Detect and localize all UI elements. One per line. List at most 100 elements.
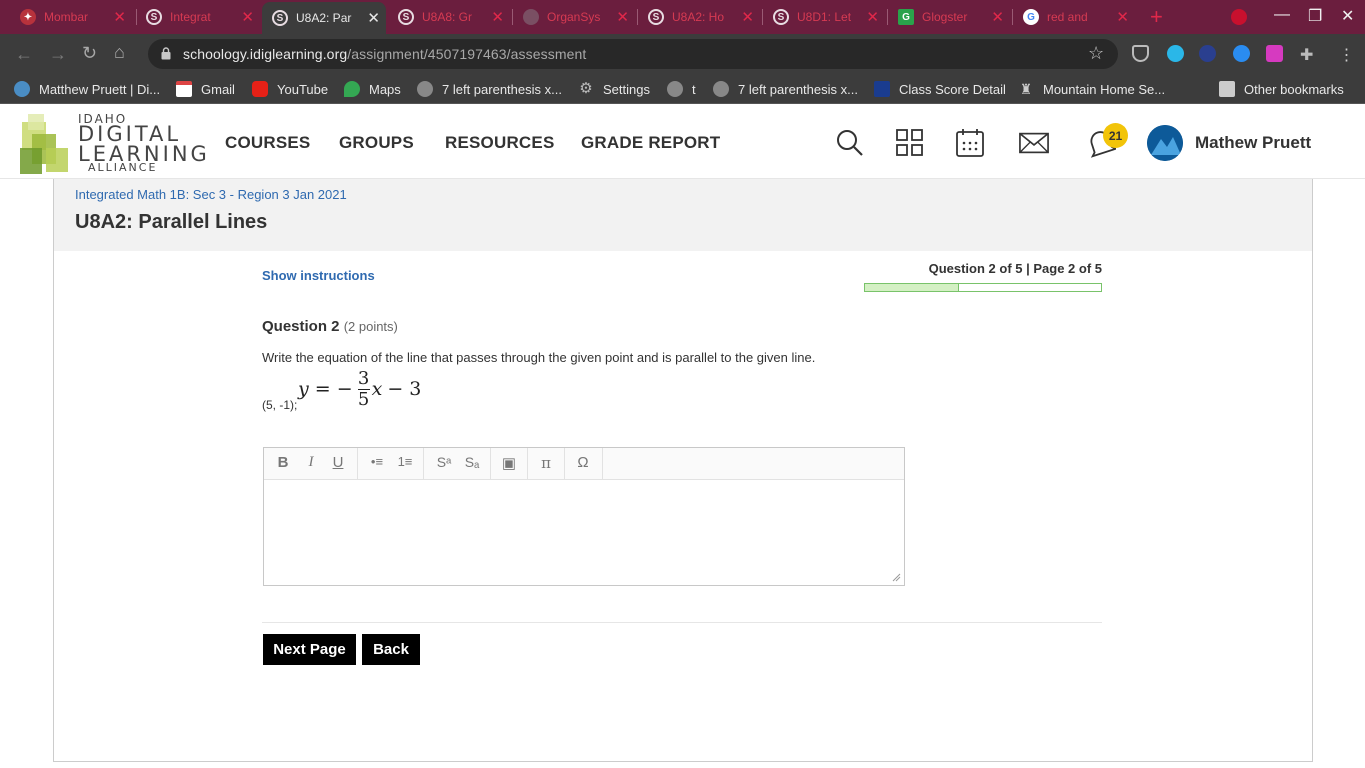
k-extension-icon[interactable] <box>1199 45 1216 62</box>
bookmark-item[interactable]: ⚙ Settings <box>578 81 650 97</box>
bookmark-label: Mountain Home Se... <box>1043 81 1166 97</box>
home-icon[interactable]: ⌂ <box>114 42 125 63</box>
tab-title: U8A8: Gr <box>422 10 473 24</box>
search-icon[interactable] <box>835 128 865 158</box>
nav-groups[interactable]: GROUPS <box>339 133 414 153</box>
browser-tab-8[interactable]: G Glogster ✕ <box>892 4 1010 30</box>
bookmark-item[interactable]: Maps <box>344 81 401 97</box>
next-page-button[interactable]: Next Page <box>263 634 356 665</box>
question-counter: Question 2 of 5 | Page 2 of 5 <box>928 261 1102 276</box>
tab-title: Integrat <box>170 10 211 24</box>
mail-envelope-icon[interactable] <box>1019 128 1049 158</box>
forward-arrow-icon[interactable]: → <box>49 44 67 65</box>
gmail-icon <box>176 81 192 97</box>
browser-tab-2[interactable]: S Integrat ✕ <box>140 4 260 30</box>
equation-fraction: 3 5 <box>357 368 370 410</box>
schoology-favicon-icon: S <box>648 9 664 25</box>
new-tab-button[interactable]: + <box>1150 4 1163 30</box>
resize-handle-icon[interactable] <box>892 573 901 582</box>
special-characters-button[interactable]: Ω <box>573 454 593 474</box>
back-arrow-icon[interactable]: ← <box>15 44 33 65</box>
nav-grade-report[interactable]: GRADE REPORT <box>581 133 720 153</box>
browser-tab-active[interactable]: S U8A2: Par ✕ <box>262 2 386 34</box>
bookmark-item[interactable]: ♜ Mountain Home Se... <box>1018 81 1165 97</box>
insert-equation-button[interactable]: π <box>536 454 556 474</box>
question-points: (2 points) <box>343 319 398 334</box>
avatar[interactable] <box>1147 125 1183 161</box>
calendar-icon[interactable] <box>955 128 985 158</box>
extension-link-icon[interactable] <box>1233 45 1250 62</box>
show-instructions-link[interactable]: Show instructions <box>262 268 375 283</box>
reload-icon[interactable]: ↻ <box>82 43 97 64</box>
close-window-icon[interactable]: ✕ <box>1341 6 1354 26</box>
restore-icon[interactable]: ❐ <box>1308 6 1322 26</box>
minimize-icon[interactable]: — <box>1274 6 1290 24</box>
browser-tab-9[interactable]: G red and ✕ <box>1017 4 1135 30</box>
italic-button[interactable]: I <box>302 454 320 474</box>
notification-count-badge[interactable]: 21 <box>1103 123 1128 148</box>
url-text[interactable]: schoology.idiglearning.org/assignment/45… <box>183 46 586 62</box>
breadcrumb[interactable]: Integrated Math 1B: Sec 3 - Region 3 Jan… <box>75 187 347 202</box>
google-favicon-icon: G <box>1023 9 1039 25</box>
close-tab-icon[interactable]: ✕ <box>866 8 879 26</box>
globe-icon <box>667 81 683 97</box>
close-tab-icon[interactable]: ✕ <box>1116 8 1129 26</box>
menu-kebab-icon[interactable]: ⋮ <box>1338 45 1355 64</box>
close-tab-icon[interactable]: ✕ <box>991 8 1004 26</box>
insert-image-button[interactable]: ▣ <box>499 454 519 474</box>
subscript-button[interactable]: Sₐ <box>462 454 482 474</box>
tab-title: Glogster <box>922 10 968 24</box>
tab-title: red and <box>1047 10 1088 24</box>
page-title: U8A2: Parallel Lines <box>75 211 268 233</box>
browser-tab-4[interactable]: S U8A8: Gr ✕ <box>392 4 510 30</box>
browser-tab-7[interactable]: S U8D1: Let ✕ <box>767 4 885 30</box>
bookmark-item[interactable]: Class Score Detail <box>874 81 1006 97</box>
shield-extension-icon[interactable] <box>1132 45 1149 62</box>
avatar-image-icon <box>1147 125 1183 161</box>
bookmark-item[interactable]: YouTube <box>252 81 328 97</box>
bookmark-item[interactable]: 7 left parenthesis x... <box>417 81 562 97</box>
fraction-denominator: 5 <box>357 388 370 410</box>
bold-button[interactable]: B <box>274 454 292 474</box>
user-name[interactable]: Mathew Pruett <box>1195 133 1311 153</box>
answer-editor[interactable]: B I U •≡ 1≡ Sᵃ Sₐ ▣ π Ω <box>263 447 905 586</box>
underline-button[interactable]: U <box>329 454 347 474</box>
lock-icon <box>161 47 171 60</box>
bookmark-item[interactable]: 7 left parenthesis x... <box>713 81 858 97</box>
nav-resources[interactable]: RESOURCES <box>445 133 555 153</box>
back-button[interactable]: Back <box>362 634 420 665</box>
url-host: schoology.idiglearning.org <box>183 46 348 62</box>
folder-icon <box>1219 81 1235 97</box>
youtube-icon <box>252 81 268 97</box>
close-tab-icon[interactable]: ✕ <box>616 8 629 26</box>
bookmark-item[interactable]: Other bookmarks <box>1219 81 1344 97</box>
question-heading: Question 2 (2 points) <box>262 318 398 335</box>
extension-blue-icon[interactable] <box>1167 45 1184 62</box>
equation-constant: − 3 <box>387 378 422 400</box>
bookmark-star-icon[interactable]: ☆ <box>1088 43 1104 64</box>
bookmark-label: t <box>692 81 696 97</box>
browser-tab-6[interactable]: S U8A2: Ho ✕ <box>642 4 760 30</box>
bulleted-list-button[interactable]: •≡ <box>367 454 387 474</box>
browser-tab-1[interactable]: ✦ Mombar ✕ <box>14 4 132 30</box>
tab-title: U8A2: Par <box>296 11 352 25</box>
close-tab-icon[interactable]: ✕ <box>741 8 754 26</box>
bookmark-item[interactable]: Matthew Pruett | Di... <box>14 81 160 97</box>
puzzle-extensions-icon[interactable]: ✚ <box>1300 45 1317 64</box>
superscript-button[interactable]: Sᵃ <box>434 454 454 474</box>
nav-courses[interactable]: COURSES <box>225 133 310 153</box>
bookmark-item[interactable]: Gmail <box>176 81 235 97</box>
extension-color-icon[interactable] <box>1266 45 1283 62</box>
bookmark-label: Gmail <box>201 81 235 97</box>
close-tab-icon[interactable]: ✕ <box>367 9 380 27</box>
close-tab-icon[interactable]: ✕ <box>241 8 254 26</box>
maps-icon <box>344 81 360 97</box>
browser-tab-5[interactable]: OrganSys ✕ <box>517 4 635 30</box>
close-tab-icon[interactable]: ✕ <box>491 8 504 26</box>
given-point: (5, -1); <box>262 398 298 412</box>
apps-grid-icon[interactable] <box>895 128 925 158</box>
progress-bar <box>864 283 1102 292</box>
numbered-list-button[interactable]: 1≡ <box>395 454 415 474</box>
bookmark-item[interactable]: t <box>667 81 696 97</box>
close-tab-icon[interactable]: ✕ <box>113 8 126 26</box>
